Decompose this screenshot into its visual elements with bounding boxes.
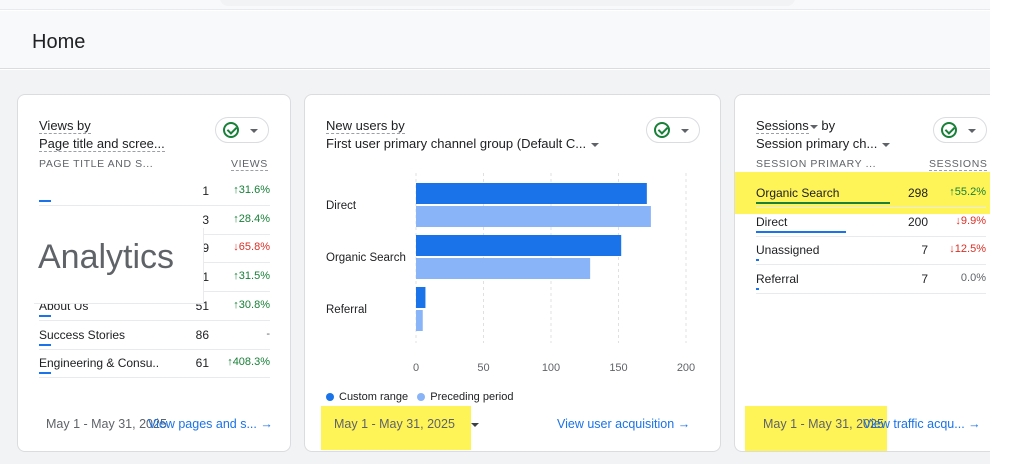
legend-label-custom: Custom range (339, 391, 409, 403)
row-value: 298 (907, 186, 928, 200)
row-value: 7 (921, 243, 928, 258)
row-value: 7 (921, 272, 928, 287)
row-change: - (266, 327, 270, 340)
category-label: Organic Search (326, 252, 406, 264)
search-bar[interactable] (220, 0, 795, 6)
bar-custom-range[interactable] (416, 183, 647, 204)
chart-legend: Custom range Preceding period (326, 391, 513, 403)
row-value: 1 (202, 184, 209, 198)
check-circle-icon (223, 122, 239, 138)
row-label: Success Stories (39, 327, 126, 342)
caret-down-icon (470, 422, 479, 427)
card-title[interactable]: Views by (39, 118, 91, 134)
table-row[interactable]: 1 ↑31.6% (39, 177, 270, 206)
arrow-right-icon: → (677, 417, 691, 431)
row-label: Direct (756, 214, 788, 229)
row-change: 0.0% (960, 272, 986, 285)
x-tick-label: 150 (609, 362, 627, 374)
x-tick-label: 50 (477, 362, 489, 374)
new-users-bar-chart: 0 50 100 150 200 Direct Organic Search Referral (326, 173, 695, 374)
row-change: ↑31.6% (233, 184, 270, 196)
row-change: ↓12.5% (949, 243, 986, 256)
x-tick-label: 100 (542, 362, 560, 374)
row-share-bar (756, 288, 759, 291)
row-value: 86 (195, 327, 209, 342)
row-change: ↓9.9% (955, 214, 986, 227)
legend-swatch-custom (326, 393, 334, 402)
analytics-logo-overlay: Analytics (34, 228, 204, 304)
caret-down-icon (809, 124, 818, 129)
legend-label-preceding: Preceding period (430, 391, 514, 403)
row-share-bar (39, 314, 51, 317)
legend-swatch-preceding (417, 393, 426, 402)
row-change: ↑408.3% (227, 356, 270, 369)
view-pages-link[interactable]: View pages and s... → (148, 417, 273, 431)
row-change: ↓65.8% (233, 241, 270, 254)
row-label: Referral (756, 272, 799, 287)
row-value: 61 (195, 356, 209, 371)
comparison-pill[interactable] (215, 117, 269, 143)
row-share-bar (39, 343, 51, 346)
column-header-metric[interactable]: VIEWS (231, 158, 268, 171)
card-dimension-selector[interactable]: Page title and scree... (39, 136, 165, 152)
view-traffic-acquisition-link[interactable]: View traffic acqu... → (863, 417, 981, 431)
check-circle-icon (941, 122, 957, 138)
view-user-acquisition-link[interactable]: View user acquisition → (557, 417, 690, 431)
row-value: 3 (202, 212, 209, 227)
table-row[interactable]: Unassigned 7 ↓12.5% (756, 236, 986, 266)
table-row[interactable]: Referral 7 0.0% (756, 265, 986, 295)
row-share-bar (756, 202, 890, 204)
table-row[interactable]: Direct 200 ↓9.9% (756, 208, 986, 237)
category-label: Referral (326, 304, 367, 316)
bar-custom-range[interactable] (416, 287, 426, 308)
x-tick-label: 0 (413, 362, 419, 374)
sessions-by-channel-card: Sessions by Session primary ch... SESSIO… (734, 94, 1004, 452)
row-share-bar (39, 372, 51, 375)
comparison-pill[interactable] (933, 117, 987, 143)
page-title: Home (32, 31, 86, 53)
table-row[interactable]: Organic Search 298 ↑55.2% (756, 179, 986, 208)
row-label: Unassigned (756, 243, 820, 258)
row-change: ↑28.4% (233, 212, 270, 225)
page-header: Home (0, 11, 990, 69)
row-change: ↑30.8% (233, 298, 270, 311)
category-label: Direct (326, 200, 357, 212)
row-label: Organic Search (756, 186, 840, 200)
cards-area: Views by Page title and scree... PAGE TI… (0, 70, 1004, 464)
card-dimension-selector[interactable]: Session primary ch... (756, 136, 891, 151)
row-value: 200 (907, 214, 928, 229)
arrow-right-icon: → (968, 417, 981, 431)
row-share-bar (756, 230, 846, 233)
date-range-selector[interactable]: May 1 - May 31, 2025 (334, 417, 479, 431)
caret-down-icon (882, 142, 891, 147)
chevron-down-icon (250, 129, 258, 133)
column-header-metric[interactable]: SESSIONS (929, 158, 988, 171)
right-edge (990, 0, 1024, 464)
bar-custom-range[interactable] (416, 235, 622, 256)
arrow-right-icon: → (260, 417, 273, 431)
row-change: ↑31.5% (233, 270, 270, 283)
column-header-dimension: SESSION PRIMARY ... (756, 158, 877, 170)
table-row[interactable]: Success Stories 86 - (39, 321, 270, 350)
bar-preceding-period[interactable] (416, 258, 591, 279)
row-change: ↑55.2% (949, 186, 986, 198)
analytics-logo: Analytics (38, 238, 175, 276)
row-label: Engineering & Consu... (39, 356, 159, 371)
chevron-down-icon (968, 129, 976, 133)
row-share-bar (756, 259, 759, 262)
column-header-dimension: PAGE TITLE AND S... (39, 158, 154, 170)
new-users-by-channel-card: New users by First user primary channel … (304, 94, 721, 452)
table-row[interactable]: Engineering & Consu... 61 ↑408.3% (39, 349, 270, 379)
bar-preceding-period[interactable] (416, 310, 423, 331)
top-bar (0, 0, 990, 10)
row-share-bar (39, 200, 51, 202)
x-tick-label: 200 (677, 362, 695, 374)
card-title[interactable]: Sessions by (756, 118, 835, 134)
bar-preceding-period[interactable] (416, 206, 651, 227)
